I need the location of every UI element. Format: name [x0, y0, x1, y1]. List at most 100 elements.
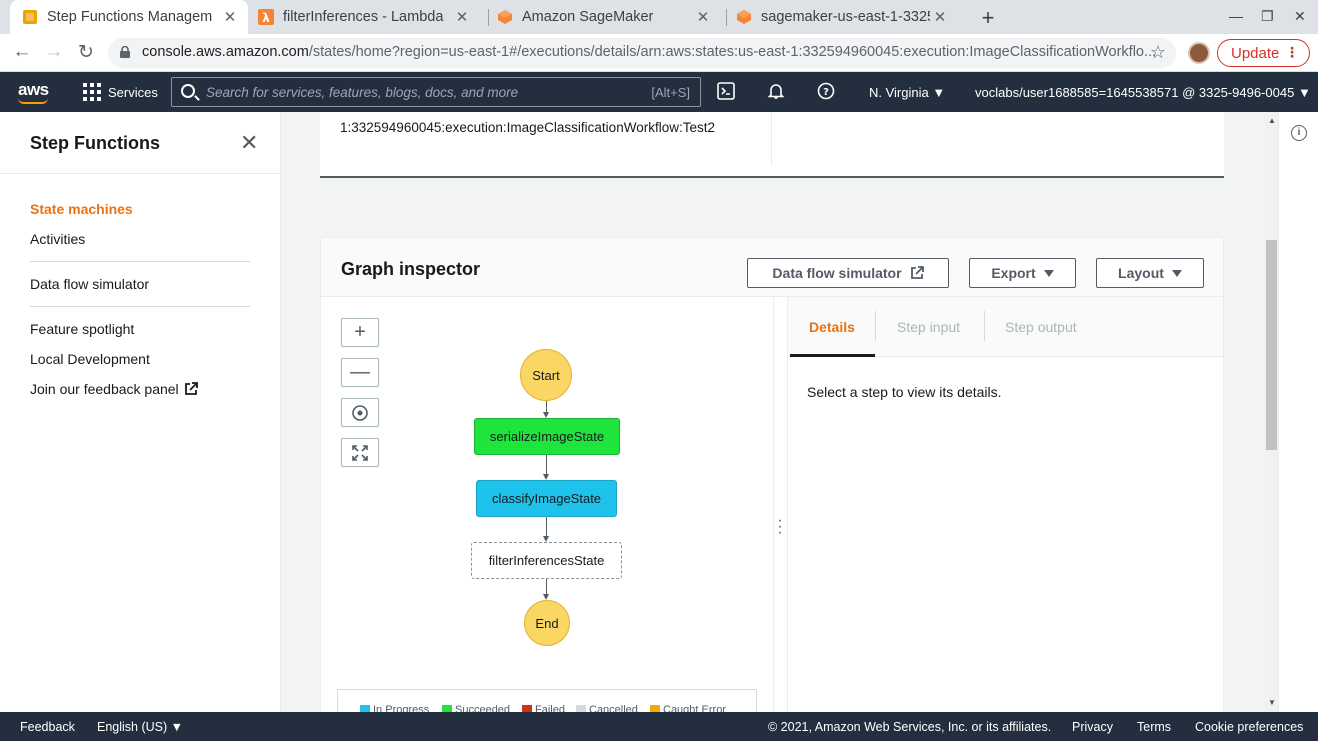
browser-tab-title: Amazon SageMaker: [522, 9, 654, 25]
legend-item: In Progress: [360, 704, 429, 712]
restore-icon[interactable]: ❐: [1261, 8, 1274, 25]
reload-icon[interactable]: ↻: [74, 41, 98, 64]
svg-text:λ: λ: [262, 11, 270, 25]
graph-inspector-panel: Graph inspector Data flow simulator Expo…: [320, 237, 1224, 712]
privacy-link[interactable]: Privacy: [1072, 720, 1113, 734]
browser-tab-lambda[interactable]: λ filterInferences - Lambda ✕: [258, 0, 480, 34]
sidebar-item-state-machines[interactable]: State machines: [30, 201, 133, 217]
language-selector[interactable]: English (US) ▼: [97, 720, 183, 734]
divider: [30, 261, 250, 262]
lambda-icon: λ: [258, 9, 274, 25]
graph-node-classify-image-state[interactable]: classifyImageState: [476, 480, 617, 517]
tab-step-input[interactable]: Step input: [897, 319, 960, 335]
minimize-icon[interactable]: —: [1229, 8, 1243, 24]
account-menu[interactable]: voclabs/user1688585=1645538571 @ 3325-94…: [975, 85, 1311, 100]
zoom-in-icon[interactable]: +: [341, 318, 379, 347]
tab-details[interactable]: Details: [809, 319, 855, 335]
cookie-preferences-link[interactable]: Cookie preferences: [1195, 720, 1303, 734]
services-menu[interactable]: Services: [108, 85, 158, 100]
legend-item: Succeeded: [442, 704, 510, 712]
forward-icon[interactable]: →: [42, 41, 66, 63]
s3-icon: [737, 10, 751, 24]
scrollbar-thumb[interactable]: [1266, 240, 1277, 450]
resize-handle-icon[interactable]: · · ·: [776, 513, 784, 541]
sidebar-item-local-development[interactable]: Local Development: [30, 351, 150, 367]
panel-divider: [773, 297, 774, 712]
sidebar-item-feedback-panel[interactable]: Join our feedback panel: [30, 381, 198, 397]
update-button[interactable]: Update ⋮: [1217, 39, 1310, 67]
info-icon[interactable]: i: [1291, 125, 1307, 141]
aws-top-nav: aws Services Search for services, featur…: [0, 72, 1318, 112]
graph-node-start[interactable]: Start: [520, 349, 572, 401]
sidebar-item-feature-spotlight[interactable]: Feature spotlight: [30, 321, 134, 337]
scroll-up-icon[interactable]: ▲: [1268, 116, 1276, 125]
close-icon[interactable]: ✕: [930, 8, 950, 26]
divider: [30, 306, 250, 307]
button-label: Data flow simulator: [772, 265, 902, 281]
close-icon[interactable]: ✕: [452, 8, 472, 26]
services-grid-icon[interactable]: [83, 83, 101, 101]
scroll-down-icon[interactable]: ▼: [1268, 698, 1276, 707]
browser-tab-title: filterInferences - Lambda: [283, 9, 444, 25]
close-sidebar-icon[interactable]: ✕: [240, 130, 258, 156]
tab-step-output[interactable]: Step output: [1005, 319, 1077, 335]
caret-down-icon: ▼: [1297, 85, 1311, 100]
close-icon[interactable]: ✕: [693, 8, 713, 26]
graph-edge: [546, 401, 547, 412]
graph-node-filter-inferences-state[interactable]: filterInferencesState: [471, 542, 622, 579]
console-footer: Feedback English (US) ▼ © 2021, Amazon W…: [0, 712, 1318, 741]
terms-link[interactable]: Terms: [1137, 720, 1171, 734]
close-window-icon[interactable]: ✕: [1294, 8, 1306, 25]
data-flow-simulator-button[interactable]: Data flow simulator: [747, 258, 949, 288]
graph-inspector-header: Graph inspector Data flow simulator Expo…: [321, 238, 1223, 297]
aws-search-box[interactable]: Search for services, features, blogs, do…: [171, 77, 701, 107]
new-tab-icon[interactable]: +: [977, 5, 999, 31]
step-functions-icon: [23, 10, 37, 24]
bookmark-star-icon[interactable]: ☆: [1150, 42, 1166, 63]
layout-button[interactable]: Layout: [1096, 258, 1204, 288]
legend-label: In Progress: [373, 704, 430, 712]
aws-logo[interactable]: aws: [18, 80, 49, 100]
address-bar[interactable]: console.aws.amazon.com/states/home?regio…: [108, 38, 1176, 68]
sidebar-item-activities[interactable]: Activities: [30, 231, 85, 247]
vertical-scrollbar[interactable]: ▲ ▼: [1265, 112, 1278, 712]
fit-to-screen-icon[interactable]: [341, 438, 379, 467]
browser-tab-sagemaker[interactable]: Amazon SageMaker ✕: [497, 0, 721, 34]
active-tab-indicator: [790, 354, 875, 357]
divider: [0, 173, 281, 174]
browser-tab-step-functions[interactable]: Step Functions Managem ✕: [10, 0, 248, 34]
browser-tab-s3[interactable]: sagemaker-us-east-1-3325 ✕: [736, 0, 958, 34]
profile-avatar[interactable]: [1188, 42, 1210, 64]
notifications-bell-icon[interactable]: [767, 82, 785, 100]
graph-edge: [546, 517, 547, 536]
center-graph-icon[interactable]: [341, 398, 379, 427]
button-label: Layout: [1118, 265, 1164, 281]
sidebar-item-data-flow-simulator[interactable]: Data flow simulator: [30, 276, 149, 292]
export-button[interactable]: Export: [969, 258, 1076, 288]
region-selector[interactable]: N. Virginia ▼: [869, 85, 945, 100]
feedback-link[interactable]: Feedback: [20, 720, 75, 734]
legend-label: Succeeded: [455, 704, 511, 712]
execution-arn: 1:332594960045:execution:ImageClassifica…: [340, 120, 715, 135]
help-icon[interactable]: ?: [817, 82, 835, 100]
legend-swatch: [522, 705, 532, 712]
panel-divider: [787, 297, 788, 712]
execution-details-card: 1:332594960045:execution:ImageClassifica…: [320, 112, 1224, 178]
tab-divider: [726, 9, 727, 26]
browser-toolbar: ← → ↻ console.aws.amazon.com/states/home…: [0, 34, 1318, 72]
region-label: N. Virginia: [869, 85, 929, 100]
update-label: Update: [1231, 44, 1280, 62]
cloudshell-icon[interactable]: [717, 82, 735, 100]
graph-node-end[interactable]: End: [524, 600, 570, 646]
legend-swatch: [576, 705, 586, 712]
zoom-out-icon[interactable]: —: [341, 358, 379, 387]
main-content: 1:332594960045:execution:ImageClassifica…: [281, 112, 1265, 712]
account-label: voclabs/user1688585=1645538571 @ 3325-94…: [975, 85, 1295, 100]
tab-divider: [488, 9, 489, 26]
close-icon[interactable]: ✕: [220, 8, 240, 26]
lock-icon: [120, 46, 130, 58]
back-icon[interactable]: ←: [10, 41, 34, 63]
legend-label: Failed: [535, 704, 565, 712]
aws-logo-smile: [18, 98, 48, 104]
graph-node-serialize-image-state[interactable]: serializeImageState: [474, 418, 620, 455]
